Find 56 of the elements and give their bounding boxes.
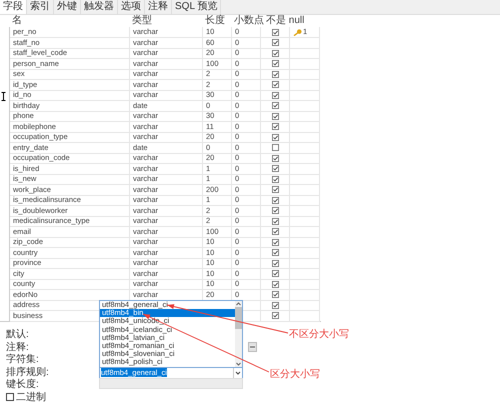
more-button[interactable] — [248, 342, 257, 352]
checkbox[interactable] — [272, 238, 278, 246]
field-label: 默认: — [6, 328, 30, 342]
tab[interactable]: 注释 — [145, 0, 172, 14]
checkbox[interactable] — [272, 81, 278, 88]
column-header: 小数点 — [234, 15, 264, 26]
field-label: 键长度: — [6, 378, 40, 392]
checkbox[interactable] — [272, 112, 278, 120]
key-icon — [293, 28, 302, 36]
checkbox[interactable] — [272, 134, 278, 140]
scroll-down-icon[interactable] — [235, 361, 242, 367]
checkbox[interactable] — [272, 260, 278, 266]
scroll-up-icon[interactable] — [235, 301, 242, 307]
checkbox[interactable] — [272, 123, 278, 130]
column-header: 名 — [12, 15, 22, 26]
checkbox[interactable] — [272, 280, 278, 288]
checkbox[interactable] — [272, 28, 278, 36]
checkbox[interactable] — [6, 392, 14, 401]
checkbox[interactable] — [272, 92, 278, 98]
input-field[interactable] — [99, 378, 243, 389]
checkbox[interactable] — [272, 270, 278, 277]
checkbox[interactable] — [272, 249, 278, 256]
checkbox[interactable] — [272, 39, 278, 46]
column-header: 不是 null — [266, 15, 304, 26]
checkbox[interactable] — [272, 70, 278, 78]
checkbox[interactable] — [272, 144, 278, 151]
tab[interactable]: 外键 — [54, 0, 81, 14]
checkbox[interactable] — [272, 228, 278, 235]
checkbox[interactable] — [272, 207, 278, 214]
checkbox[interactable] — [272, 176, 278, 182]
field-label: 字符集: — [6, 352, 40, 366]
checkbox[interactable] — [272, 165, 278, 172]
checkbox-label: 二进制 — [16, 390, 46, 404]
column-header: 长度 — [205, 15, 225, 26]
checkbox[interactable] — [272, 154, 278, 162]
scrollbar[interactable] — [235, 301, 242, 367]
annotation: 不区分大小写 — [289, 328, 349, 341]
checkbox[interactable] — [272, 291, 278, 298]
tab[interactable]: 索引 — [27, 0, 54, 14]
checkbox[interactable] — [272, 196, 278, 204]
annotation: 区分大小写 — [270, 368, 320, 381]
checkbox[interactable] — [272, 218, 278, 224]
checkbox[interactable] — [272, 50, 278, 56]
tab[interactable]: 字段 — [0, 0, 27, 14]
field-label: 注释: — [6, 340, 30, 354]
tab[interactable]: 选项 — [118, 0, 145, 14]
tab[interactable]: SQL 预览 — [172, 0, 222, 14]
checkbox[interactable] — [272, 302, 278, 308]
tab[interactable]: 触发器 — [81, 0, 118, 14]
checkbox[interactable] — [272, 186, 278, 193]
column-header: 类型 — [132, 15, 152, 26]
text-cursor-icon — [1, 92, 6, 101]
checkbox[interactable] — [272, 60, 278, 67]
checkbox[interactable] — [272, 312, 278, 319]
field-label: 排序规则: — [6, 366, 50, 378]
checkbox[interactable] — [272, 102, 278, 109]
